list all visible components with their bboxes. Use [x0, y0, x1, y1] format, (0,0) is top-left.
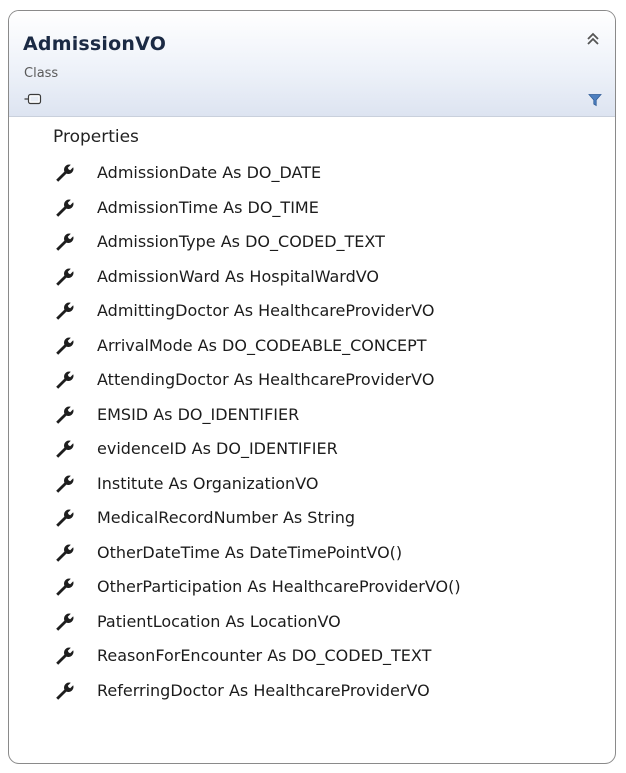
property-item[interactable]: MedicalRecordNumber As String — [9, 502, 615, 537]
wrench-icon — [56, 647, 74, 665]
wrench-icon — [56, 543, 74, 562]
property-item[interactable]: ReasonForEncounter As DO_CODED_TEXT — [9, 640, 615, 675]
property-label: ReferringDoctor As HealthcareProviderVO — [97, 680, 430, 700]
property-item[interactable]: PatientLocation As LocationVO — [9, 606, 615, 641]
property-label: ReasonForEncounter As DO_CODED_TEXT — [97, 646, 432, 665]
wrench-icon — [56, 405, 74, 424]
property-item[interactable]: AdmissionWard As HospitalWardVO — [9, 261, 615, 296]
property-label: evidenceID As DO_IDENTIFIER — [97, 439, 338, 458]
property-item[interactable]: AdmissionDate As DO_DATE — [9, 157, 615, 192]
property-item[interactable]: OtherDateTime As DateTimePointVO() — [9, 537, 615, 572]
property-label: Institute As OrganizationVO — [97, 473, 319, 493]
property-item[interactable]: AdmittingDoctor As HealthcareProviderVO — [9, 295, 615, 330]
property-label: ArrivalMode As DO_CODEABLE_CONCEPT — [97, 335, 427, 355]
wrench-icon — [56, 336, 74, 355]
property-label: OtherParticipation As HealthcareProvider… — [97, 577, 461, 596]
wrench-icon — [56, 440, 74, 458]
property-label: AdmissionTime As DO_TIME — [97, 197, 319, 217]
property-item[interactable]: AdmissionTime As DO_TIME — [9, 192, 615, 227]
double-chevron-up-icon[interactable] — [583, 29, 603, 49]
property-label: EMSID As DO_IDENTIFIER — [97, 404, 300, 424]
property-label: AdmittingDoctor As HealthcareProviderVO — [97, 301, 435, 320]
property-item[interactable]: AdmissionType As DO_CODED_TEXT — [9, 226, 615, 261]
properties-section: Properties AdmissionDate As DO_DATE Admi… — [9, 117, 615, 709]
property-label: AdmissionDate As DO_DATE — [97, 163, 322, 182]
class-stereotype: Class — [24, 66, 59, 81]
wrench-icon — [56, 371, 74, 389]
properties-section-title: Properties — [53, 127, 139, 147]
class-header: AdmissionVO Class — [9, 11, 615, 117]
wrench-icon — [56, 267, 74, 286]
property-item[interactable]: AttendingDoctor As HealthcareProviderVO — [9, 364, 615, 399]
class-shape[interactable]: AdmissionVO Class Properties AdmissionDa… — [8, 10, 616, 764]
wrench-icon — [56, 509, 74, 527]
property-item[interactable]: evidenceID As DO_IDENTIFIER — [9, 433, 615, 468]
property-label: AdmissionWard As HospitalWardVO — [97, 266, 379, 286]
property-item[interactable]: Institute As OrganizationVO — [9, 468, 615, 503]
wrench-icon — [56, 474, 74, 493]
class-name: AdmissionVO — [23, 33, 167, 55]
wrench-icon — [56, 612, 74, 631]
wrench-icon — [56, 233, 74, 251]
filter-icon[interactable] — [588, 93, 602, 107]
wrench-icon — [56, 164, 74, 182]
property-label: AdmissionType As DO_CODED_TEXT — [97, 232, 385, 251]
wrench-icon — [56, 302, 74, 320]
property-item[interactable]: ArrivalMode As DO_CODEABLE_CONCEPT — [9, 330, 615, 365]
wrench-icon — [56, 198, 74, 217]
property-label: PatientLocation As LocationVO — [97, 611, 341, 631]
wrench-icon — [56, 681, 74, 700]
property-item[interactable]: EMSID As DO_IDENTIFIER — [9, 399, 615, 434]
property-label: OtherDateTime As DateTimePointVO() — [97, 542, 403, 562]
class-icon — [24, 93, 42, 105]
properties-section-header[interactable]: Properties — [9, 117, 615, 157]
property-label: MedicalRecordNumber As String — [97, 508, 356, 527]
properties-list: AdmissionDate As DO_DATE AdmissionTime A… — [9, 157, 615, 709]
wrench-icon — [56, 578, 74, 596]
property-label: AttendingDoctor As HealthcareProviderVO — [97, 370, 435, 389]
property-item[interactable]: OtherParticipation As HealthcareProvider… — [9, 571, 615, 606]
property-item[interactable]: ReferringDoctor As HealthcareProviderVO — [9, 675, 615, 710]
